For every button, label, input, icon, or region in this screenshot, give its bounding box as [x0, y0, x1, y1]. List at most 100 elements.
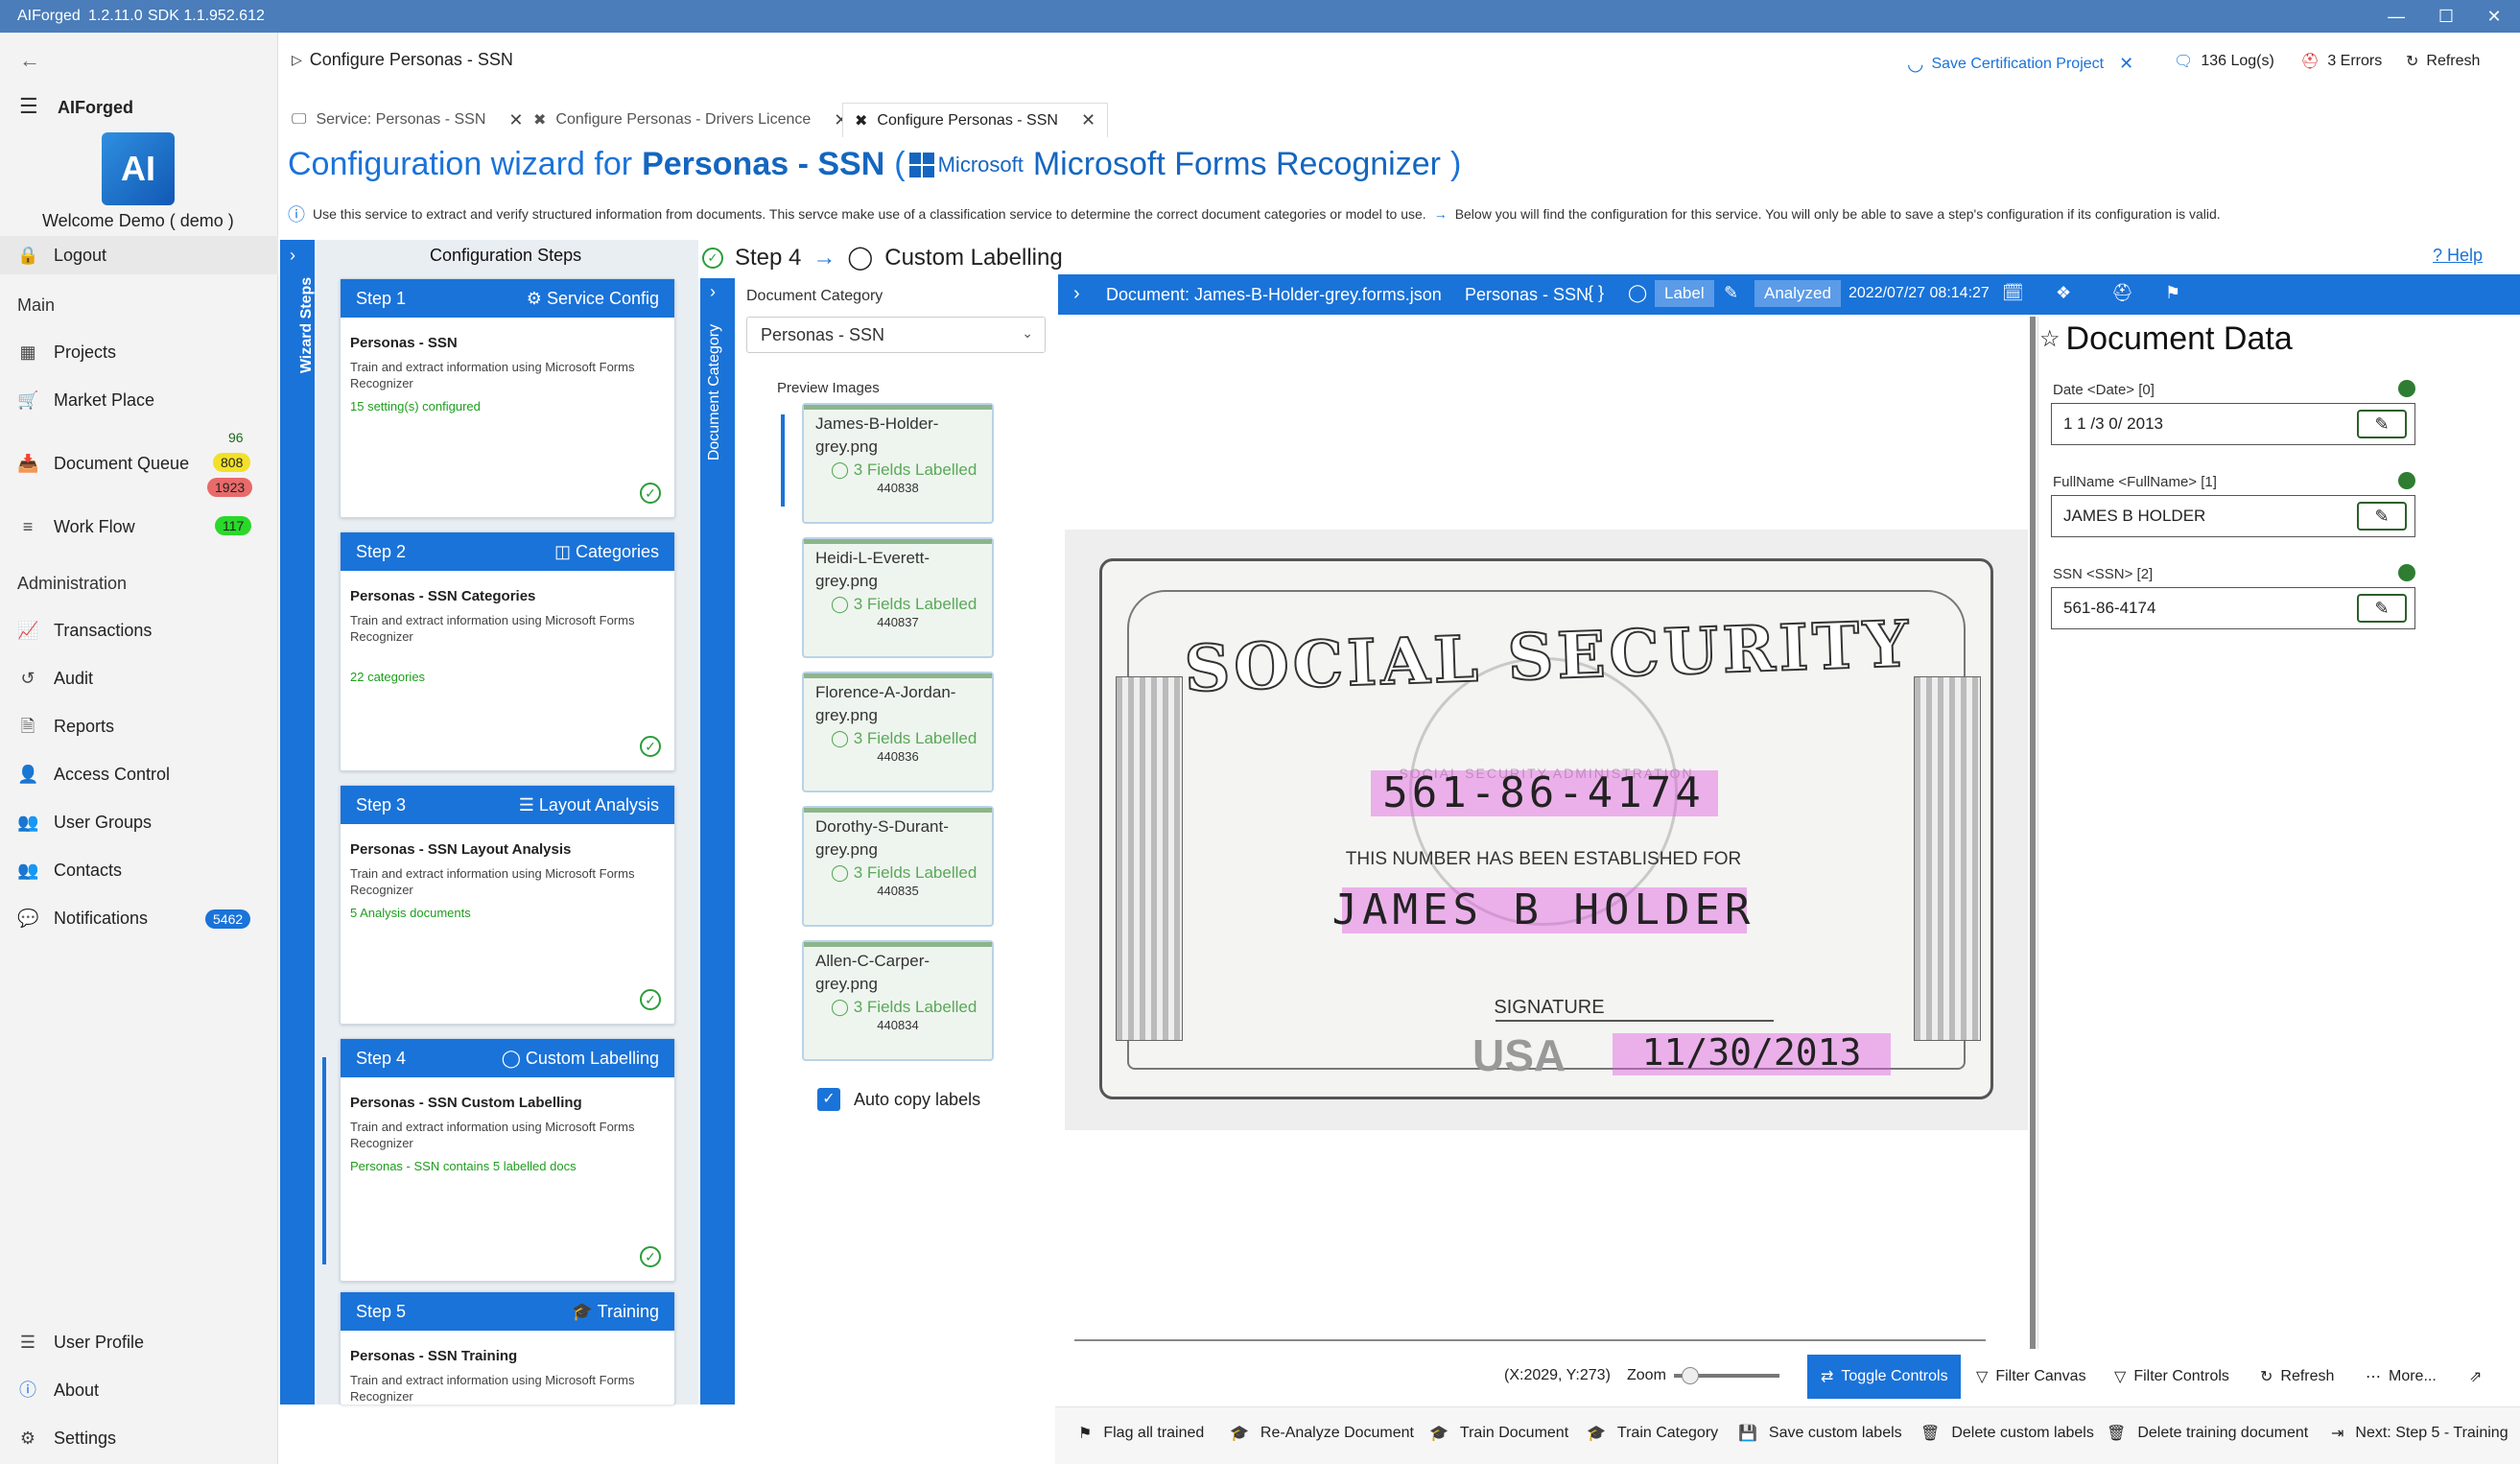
canvas-refresh-button[interactable]: ↻ Refresh: [2260, 1367, 2334, 1386]
step-card-1[interactable]: Step 1 ⚙ Service Config Personas - SSN Tr…: [340, 278, 675, 518]
nav-user-groups[interactable]: 👥 User Groups: [17, 812, 152, 833]
horizontal-scrollbar[interactable]: [1074, 1339, 1986, 1341]
logout-link[interactable]: Logout: [54, 246, 106, 266]
more-button[interactable]: ⋯ More...: [2366, 1367, 2437, 1386]
logs-button[interactable]: 🗨 136 Log(s): [2174, 52, 2274, 71]
delete-labels-button[interactable]: 🗑 Delete custom labels: [1920, 1424, 2094, 1443]
analyzed-tag[interactable]: Analyzed: [1755, 280, 1841, 307]
save-labels-button[interactable]: 💾 Save custom labels: [1738, 1424, 1902, 1443]
trash-icon: 🗑: [2107, 1426, 2127, 1442]
pen-icon[interactable]: ✎: [1724, 283, 1738, 303]
edit-icon[interactable]: ✎: [2357, 410, 2407, 438]
tab-service[interactable]: 🖵 Service: Personas - SSN ✕: [292, 103, 523, 137]
checkbox-checked-icon[interactable]: ✓: [817, 1088, 840, 1111]
coords-readout: (X:2029, Y:273): [1504, 1367, 1611, 1383]
preview-item[interactable]: Heidi-L-Everett-grey.png ◯ 3 Fields Labe…: [802, 537, 994, 658]
train-category-button[interactable]: 🎓 Train Category: [1587, 1424, 1718, 1443]
maximize-icon[interactable]: ☐: [2427, 4, 2465, 29]
nav-projects[interactable]: ▦ Projects: [17, 342, 116, 363]
refresh-button[interactable]: ↻ Refresh: [2406, 52, 2480, 71]
next-step-button[interactable]: ⇥ Next: Step 5 - Training: [2331, 1424, 2508, 1443]
expand-icon[interactable]: ›: [710, 282, 716, 302]
reanalyze-button[interactable]: 🎓 Re-Analyze Document: [1230, 1424, 1414, 1443]
field-fullname-value: JAMES B HOLDER: [2063, 507, 2206, 525]
preview-item[interactable]: Allen-C-Carper-grey.png ◯ 3 Fields Label…: [802, 940, 994, 1061]
document-timestamp: 2022/07/27 08:14:27: [1849, 285, 1990, 301]
step-card-4[interactable]: Step 4 ◯ Custom Labelling Personas - SSN …: [340, 1038, 675, 1282]
card-name: JAMES B HOLDER: [1331, 885, 1755, 934]
train-document-button[interactable]: 🎓 Train Document: [1429, 1424, 1568, 1443]
help-link[interactable]: ? Help: [2433, 246, 2483, 266]
nav-document-queue[interactable]: 📥 Document Queue: [17, 453, 189, 474]
zoom-slider[interactable]: [1673, 1367, 1779, 1384]
docqueue-badge-red: 1923: [207, 478, 253, 497]
label-tag[interactable]: Label: [1655, 280, 1714, 307]
tag-icon: ◯: [831, 998, 854, 1016]
cancel-icon[interactable]: ✕: [2119, 54, 2133, 74]
tag-icon[interactable]: ◯: [1628, 283, 1647, 303]
step-card-5[interactable]: Step 5 🎓 Training Personas - SSN Training…: [340, 1291, 675, 1405]
toggle-controls-button[interactable]: ⇄ Toggle Controls: [1807, 1355, 1961, 1399]
close-tab-icon[interactable]: ✕: [1081, 110, 1095, 130]
nav-reports[interactable]: 🗎 Reports: [17, 716, 114, 737]
tab-ssn-active[interactable]: ✖ Configure Personas - SSN ✕: [842, 103, 1109, 137]
close-icon[interactable]: ✕: [2475, 4, 2513, 29]
step-num: Step 3: [356, 794, 407, 815]
nav-transactions[interactable]: 📈 Transactions: [17, 620, 152, 641]
field-date[interactable]: 1 1 /3 0/ 2013 ✎: [2051, 403, 2415, 445]
filter-controls-button[interactable]: ▽ Filter Controls: [2114, 1367, 2229, 1386]
step-card-2[interactable]: Step 2 ◫ Categories Personas - SSN Catego…: [340, 531, 675, 771]
preview-item[interactable]: Dorothy-S-Durant-grey.png ◯ 3 Fields Lab…: [802, 806, 994, 927]
nav-access-control[interactable]: 👤 Access Control: [17, 764, 170, 785]
step-type: ⚙ Service Config: [526, 288, 659, 308]
expand-icon[interactable]: ›: [290, 246, 295, 266]
share-icon[interactable]: ❖: [2056, 283, 2071, 303]
flag-icon[interactable]: ⚑: [2165, 283, 2180, 303]
calendar-icon[interactable]: 🗓: [2002, 283, 2024, 303]
document-canvas[interactable]: SOCIAL SECURITY ADMINISTRATION SOCIAL SE…: [1065, 530, 2028, 1130]
flag-all-button[interactable]: ⚑ Flag all trained: [1078, 1424, 1204, 1443]
json-icon[interactable]: { }: [1588, 283, 1604, 303]
tab-ssn-label: Configure Personas - SSN: [877, 111, 1058, 129]
minimize-icon[interactable]: —: [2377, 4, 2415, 29]
paren-open: (: [894, 146, 906, 182]
back-arrow-icon[interactable]: ←: [19, 48, 40, 73]
nav-contacts[interactable]: 👥 Contacts: [17, 860, 122, 881]
step-card-3[interactable]: Step 3 ☰ Layout Analysis Personas - SSN L…: [340, 785, 675, 1025]
nav-about[interactable]: ⓘ About: [17, 1380, 99, 1401]
hamburger-icon[interactable]: ☰: [19, 94, 38, 119]
field-ssn[interactable]: 561-86-4174 ✎: [2051, 587, 2415, 629]
popout-icon[interactable]: ⇗: [2469, 1367, 2482, 1386]
errors-button[interactable]: ⛑ 3 Errors: [2300, 52, 2382, 71]
category-select[interactable]: Personas - SSN ⌄: [746, 317, 1046, 353]
preview-item[interactable]: Florence-A-Jordan-grey.png ◯ 3 Fields La…: [802, 672, 994, 792]
expand-icon[interactable]: ›: [1073, 283, 1080, 305]
vertical-scrollbar[interactable]: [2030, 317, 2036, 1349]
nav-settings[interactable]: ⚙ Settings: [17, 1428, 116, 1449]
nav-market-place[interactable]: 🛒 Market Place: [17, 390, 154, 411]
logout-row[interactable]: 🔒 Logout: [0, 236, 278, 274]
signature-line: [1496, 1020, 1774, 1022]
edit-icon[interactable]: ✎: [2357, 594, 2407, 623]
close-tab-icon[interactable]: ✕: [508, 110, 523, 130]
wizard-steps-rail[interactable]: › Wizard Steps: [280, 240, 315, 1405]
preview-item[interactable]: James-B-Holder-grey.png ◯ 3 Fields Label…: [802, 403, 994, 524]
zoom-control[interactable]: Zoom: [1627, 1367, 1779, 1384]
nav-work-flow[interactable]: ≡ Work Flow: [17, 516, 135, 537]
star-icon[interactable]: ☆: [2039, 325, 2061, 353]
edit-icon[interactable]: ✎: [2357, 502, 2407, 531]
tag-icon: ◯: [831, 863, 854, 882]
auto-copy-checkbox[interactable]: ✓ Auto copy labels: [817, 1088, 980, 1111]
delete-training-button[interactable]: 🗑 Delete training document: [2107, 1424, 2308, 1443]
filter-canvas-button[interactable]: ▽ Filter Canvas: [1976, 1367, 2086, 1386]
field-fullname[interactable]: JAMES B HOLDER ✎: [2051, 495, 2415, 537]
tab-drivers[interactable]: ✖ Configure Personas - Drivers Licence ✕: [533, 103, 848, 137]
nav-user-profile[interactable]: ☰ User Profile: [17, 1332, 144, 1353]
nav-audit[interactable]: ↺ Audit: [17, 668, 93, 689]
save-cert-button[interactable]: ◡ Save Certification Project ✕: [1907, 52, 2133, 76]
nav-notifications[interactable]: 💬 Notifications: [17, 908, 148, 929]
zoom-thumb[interactable]: [1681, 1367, 1699, 1384]
bug-icon[interactable]: ⛑: [2111, 283, 2133, 303]
help-label: Help: [2447, 246, 2484, 265]
category-rail[interactable]: › Document Category: [700, 278, 735, 1405]
